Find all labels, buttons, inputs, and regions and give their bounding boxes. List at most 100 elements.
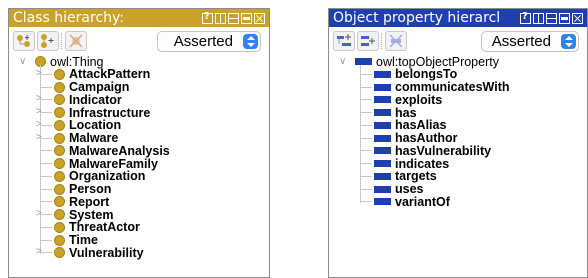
object-property-icon: [374, 121, 391, 129]
class-item[interactable]: Organization: [54, 169, 145, 183]
class-item[interactable]: Time: [54, 233, 98, 247]
class-item[interactable]: MalwareAnalysis: [54, 144, 170, 158]
select-arrows-icon[interactable]: [243, 34, 258, 49]
class-mode-select[interactable]: Asserted: [157, 31, 261, 52]
object-property-icon: [374, 134, 391, 142]
object-property-icon: [374, 70, 391, 78]
class-hierarchy-titlebar[interactable]: Class hierarchy:: [9, 9, 269, 27]
object-property-icon: [374, 172, 391, 180]
tree-connector: [360, 137, 372, 139]
rows-icon[interactable]: [546, 12, 557, 24]
tree-connector: [360, 124, 372, 126]
minimize-icon[interactable]: [241, 12, 252, 24]
columns-icon[interactable]: [215, 12, 226, 24]
chevron-right-icon[interactable]: >: [36, 209, 46, 219]
property-item[interactable]: uses: [374, 182, 424, 196]
object-property-titlebar[interactable]: Object property hierarcl: [329, 9, 587, 27]
chevron-right-icon[interactable]: >: [36, 107, 46, 117]
tree-root[interactable]: ∨ owl:Thing: [19, 55, 104, 69]
class-icon: [54, 170, 65, 182]
property-item[interactable]: has: [374, 106, 417, 120]
class-item[interactable]: > System: [36, 208, 113, 222]
add-sibling-property-button[interactable]: [357, 31, 379, 51]
class-item[interactable]: > Infrastructure: [36, 106, 150, 120]
tree-connector: [360, 73, 372, 75]
class-icon: [54, 247, 65, 259]
class-icon: [54, 145, 65, 157]
property-item[interactable]: indicates: [374, 157, 449, 171]
object-property-icon: [374, 109, 391, 116]
rows-icon[interactable]: [228, 12, 239, 24]
add-sibling-class-button[interactable]: [37, 31, 59, 51]
tree-connector: [40, 239, 52, 241]
property-item[interactable]: hasAuthor: [374, 131, 458, 145]
class-icon: [54, 209, 65, 220]
class-item[interactable]: > Vulnerability: [36, 245, 144, 260]
tree-connector: [360, 175, 372, 177]
object-property-icon: [374, 160, 391, 167]
class-icon: [54, 183, 65, 195]
chevron-down-icon[interactable]: ∨: [339, 56, 349, 67]
tree-connector: [360, 150, 372, 152]
chevron-down-icon[interactable]: ∨: [19, 56, 29, 67]
delete-class-button[interactable]: [65, 31, 87, 51]
help-icon[interactable]: [202, 11, 213, 24]
object-property-icon: [374, 147, 391, 155]
chevron-right-icon[interactable]: >: [36, 68, 46, 79]
class-item[interactable]: Campaign: [54, 80, 129, 94]
class-tree: ∨ owl:Thing > AttackPattern Campaign > Indicat…: [9, 55, 269, 277]
class-icon: [54, 196, 65, 208]
delete-property-button[interactable]: [385, 31, 407, 51]
chevron-right-icon[interactable]: >: [36, 94, 46, 104]
class-item[interactable]: Person: [54, 182, 111, 196]
close-icon[interactable]: [572, 12, 583, 24]
tree-connector: [40, 188, 52, 190]
tree-connector: [40, 86, 52, 88]
class-mode-value: Asserted: [173, 33, 233, 50]
tree-connector: [40, 175, 52, 177]
chevron-right-icon[interactable]: >: [36, 132, 46, 143]
property-mode-select[interactable]: Asserted: [481, 31, 579, 52]
chevron-right-icon[interactable]: >: [36, 119, 46, 130]
toolbar-separator: [61, 33, 63, 49]
tree-connector: [40, 226, 52, 228]
class-icon: [54, 234, 65, 246]
property-item[interactable]: belongsTo: [374, 67, 457, 81]
add-subproperty-icon: [337, 34, 351, 46]
class-icon: [54, 221, 65, 233]
class-icon: [54, 81, 65, 93]
property-item[interactable]: variantOf: [374, 195, 450, 209]
tree-connector: [360, 86, 372, 88]
select-arrows-icon[interactable]: [561, 34, 576, 49]
close-icon[interactable]: [254, 12, 265, 24]
help-icon[interactable]: [520, 11, 531, 24]
tree-connector: [360, 201, 372, 203]
property-item[interactable]: hasAlias: [374, 118, 446, 132]
minimize-icon[interactable]: [559, 12, 570, 24]
property-item[interactable]: targets: [374, 169, 437, 183]
class-item[interactable]: MalwareFamily: [54, 157, 158, 171]
class-item[interactable]: > Malware: [36, 131, 118, 145]
object-property-hierarchy-panel: Object property hierarcl ? Asserted ∨ ow…: [328, 8, 588, 278]
class-item[interactable]: > Indicator: [36, 93, 122, 107]
class-item[interactable]: Report: [54, 195, 109, 209]
add-subclass-button[interactable]: [13, 31, 35, 51]
chevron-right-icon[interactable]: >: [36, 247, 46, 257]
columns-icon[interactable]: [533, 12, 544, 24]
class-item[interactable]: > Location: [36, 118, 121, 132]
tree-connector: [360, 112, 372, 113]
property-tree: ∨ owl:topObjectProperty belongsTo communica…: [329, 55, 587, 277]
class-hierarchy-panel: Class hierarchy: ? Asserted ∨ owl:Thing …: [8, 8, 270, 278]
tree-connector: [360, 163, 372, 164]
object-property-icon: [374, 96, 391, 104]
property-mode-value: Asserted: [491, 33, 551, 50]
add-subproperty-button[interactable]: [333, 31, 355, 51]
property-item[interactable]: hasVulnerability: [374, 144, 491, 158]
property-item[interactable]: exploits: [374, 93, 442, 107]
class-item[interactable]: ThreatActor: [54, 220, 140, 234]
class-item[interactable]: > AttackPattern: [36, 67, 150, 81]
property-toolbar: Asserted: [329, 27, 587, 55]
class-item-label: Vulnerability: [69, 245, 144, 260]
property-item[interactable]: communicatesWith: [374, 80, 510, 94]
tree-root[interactable]: ∨ owl:topObjectProperty: [339, 55, 499, 69]
